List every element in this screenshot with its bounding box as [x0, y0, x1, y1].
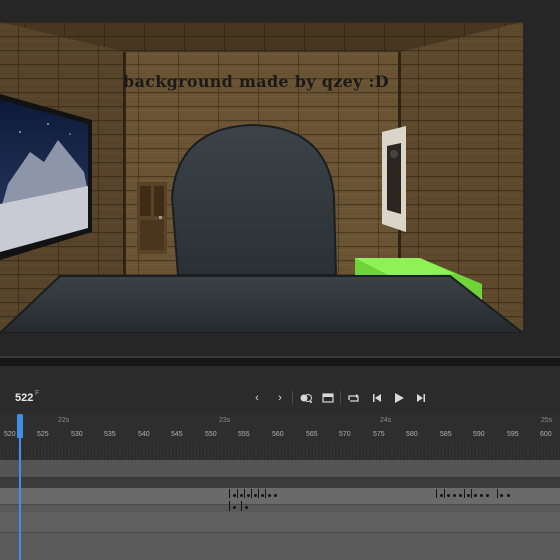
frame-label: 565 — [306, 431, 318, 438]
keyframe-marker[interactable] — [497, 489, 498, 498]
frame-label: 590 — [473, 431, 485, 438]
frame-label: 555 — [238, 431, 250, 438]
frame-label: 550 — [205, 431, 217, 438]
frame-label: 560 — [272, 431, 284, 438]
keyframe[interactable] — [240, 494, 243, 497]
second-label: 22s — [58, 417, 70, 424]
frame-label: 570 — [339, 431, 351, 438]
prev-frame-icon[interactable]: ‹ — [249, 390, 265, 406]
frame-label: 540 — [138, 431, 150, 438]
keyframe[interactable] — [254, 494, 257, 497]
keyframe-marker[interactable] — [237, 489, 238, 498]
keyframe[interactable] — [467, 494, 470, 497]
panel-divider[interactable] — [0, 356, 560, 366]
stage-area: background made by qzey :D — [0, 0, 560, 356]
keyframe[interactable] — [261, 494, 264, 497]
keyframe[interactable] — [440, 494, 443, 497]
center-frame-icon[interactable] — [320, 390, 336, 406]
keyframe-marker[interactable] — [241, 501, 242, 511]
keyframe[interactable] — [500, 494, 503, 497]
keyframe-marker[interactable] — [258, 489, 259, 498]
current-frame-counter[interactable]: 522 — [15, 392, 33, 404]
frame-grid — [0, 444, 560, 460]
step-back-icon[interactable] — [369, 390, 385, 406]
keyframe-marker[interactable] — [436, 489, 437, 498]
frame-label: 575 — [373, 431, 385, 438]
keyframe-marker[interactable] — [471, 489, 472, 498]
timeline-panel: 522 F ‹ › 22s 23s 24s 25s 520 525 530 53… — [0, 366, 560, 560]
frame-unit-label: F — [35, 390, 40, 397]
timeline-toolbar: 522 F ‹ › — [0, 386, 560, 412]
frame-label: 580 — [406, 431, 418, 438]
animation-editor: background made by qzey :D 522 F ‹ › 22s… — [0, 0, 560, 560]
keyframe[interactable] — [233, 506, 236, 509]
frame-label: 595 — [507, 431, 519, 438]
second-label: 24s — [380, 417, 392, 424]
playhead-line — [19, 438, 21, 560]
step-forward-icon[interactable] — [413, 390, 429, 406]
keyframe[interactable] — [447, 494, 450, 497]
keyframe-marker[interactable] — [251, 489, 252, 498]
keyframe[interactable] — [480, 494, 483, 497]
keyframe-marker[interactable] — [244, 489, 245, 498]
playhead-handle[interactable] — [17, 414, 23, 438]
keyframe[interactable] — [459, 494, 462, 497]
keyframe[interactable] — [245, 506, 248, 509]
second-label: 25s — [541, 417, 553, 424]
keyframe[interactable] — [474, 494, 477, 497]
keyframe[interactable] — [268, 494, 271, 497]
frame-label: 600 — [540, 431, 552, 438]
frame-label: 530 — [71, 431, 83, 438]
second-label: 23s — [219, 417, 231, 424]
keyframe[interactable] — [274, 494, 277, 497]
timeline-track[interactable] — [0, 504, 560, 512]
play-icon[interactable] — [391, 390, 407, 406]
keyframe[interactable] — [247, 494, 250, 497]
frame-label: 585 — [440, 431, 452, 438]
frame-label: 535 — [104, 431, 116, 438]
keyframe-marker[interactable] — [229, 501, 230, 511]
keyframe-marker[interactable] — [444, 489, 445, 498]
stage-caption: background made by qzey :D — [123, 72, 389, 91]
keyframe[interactable] — [507, 494, 510, 497]
frame-label: 545 — [171, 431, 183, 438]
toolbar-separator — [292, 391, 293, 405]
timeline-track[interactable] — [0, 488, 560, 504]
keyframe-marker[interactable] — [229, 489, 230, 498]
loop-icon[interactable] — [345, 390, 361, 406]
keyframe[interactable] — [453, 494, 456, 497]
keyframe-marker[interactable] — [464, 489, 465, 498]
timeline-ruler[interactable]: 22s 23s 24s 25s 520 525 530 535 540 545 … — [0, 414, 560, 460]
stage-scene — [0, 22, 523, 333]
keyframe[interactable] — [233, 494, 236, 497]
timeline-track[interactable] — [0, 460, 560, 478]
stage-canvas[interactable]: background made by qzey :D — [0, 22, 523, 333]
next-frame-icon[interactable]: › — [272, 390, 288, 406]
keyframe-marker[interactable] — [265, 489, 266, 498]
track-separator — [0, 478, 560, 488]
frame-label: 525 — [37, 431, 49, 438]
toolbar-separator — [340, 391, 341, 405]
keyframe[interactable] — [486, 494, 489, 497]
frame-label: 520 — [4, 431, 16, 438]
onion-skin-icon[interactable] — [298, 390, 314, 406]
timeline-track[interactable] — [0, 501, 560, 560]
